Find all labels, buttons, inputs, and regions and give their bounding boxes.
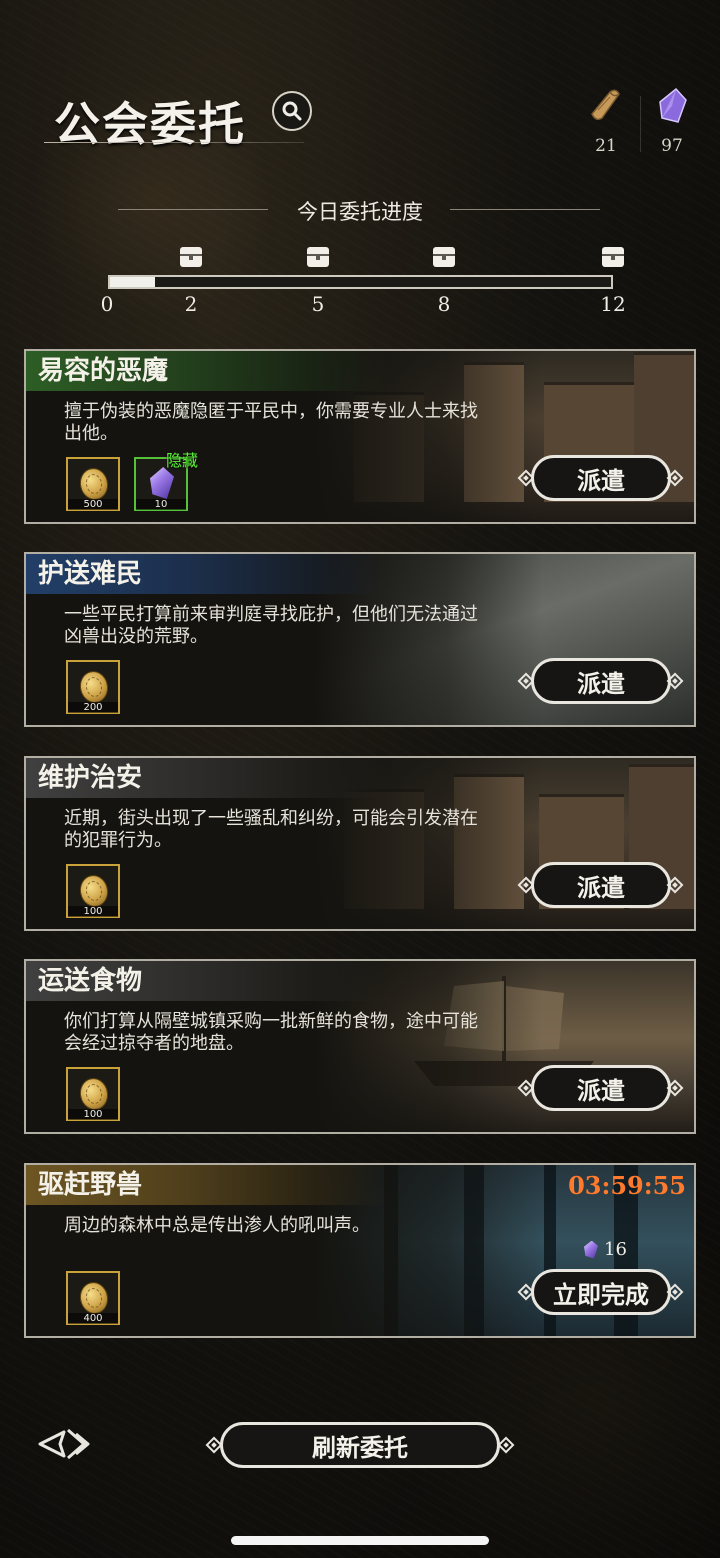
reward-slot[interactable]: 500 [66, 457, 120, 511]
commission-title: 护送难民 [26, 554, 386, 594]
page-title-block: 公会委托 [40, 82, 310, 152]
gold-coin-icon [76, 1279, 112, 1317]
page-title: 公会委托 [54, 97, 246, 151]
chest-icon[interactable] [602, 247, 624, 267]
commission-card: 护送难民 一些平民打算前来审判庭寻找庇护，但他们无法通过凶兽出没的荒野。 200… [24, 552, 696, 727]
purple-gem-icon [659, 87, 687, 123]
button-ornament-right [497, 1436, 515, 1454]
chest-icon[interactable] [433, 247, 455, 267]
search-icon [282, 101, 302, 121]
reward-count: 10 [136, 499, 186, 510]
progress-tick: 8 [437, 292, 451, 316]
back-button[interactable] [38, 1424, 92, 1464]
gold-coin-icon [76, 465, 112, 503]
gold-coin-icon [76, 1075, 112, 1113]
purple-gem-icon [584, 1240, 598, 1259]
title-underline [44, 142, 304, 143]
currency-scroll[interactable]: 21 [576, 86, 636, 156]
reward-count: 400 [68, 1313, 118, 1324]
gold-coin-icon [76, 872, 112, 910]
gem-count: 97 [661, 136, 683, 156]
commission-card: 驱赶野兽 03:59:55 周边的森林中总是传出渗人的吼叫声。 16 400 立… [24, 1163, 696, 1338]
back-arrow-icon [38, 1428, 90, 1460]
gold-coin-icon [76, 668, 112, 706]
reward-count: 100 [68, 906, 118, 917]
scroll-count: 21 [595, 136, 617, 156]
cost-value: 16 [604, 1239, 627, 1260]
commission-title: 易容的恶魔 [26, 351, 386, 391]
dispatch-button[interactable]: 派遣 [531, 1065, 671, 1111]
progress-bar [108, 275, 613, 289]
progress-tick: 0 [100, 292, 114, 316]
reward-slot[interactable]: 400 [66, 1271, 120, 1325]
reward-count: 100 [68, 1109, 118, 1120]
chest-icon[interactable] [180, 247, 202, 267]
dispatch-button[interactable]: 派遣 [531, 862, 671, 908]
progress-tick: 12 [600, 292, 626, 316]
instant-complete-button[interactable]: 立即完成 [531, 1269, 671, 1315]
currency-gem[interactable]: 97 [642, 86, 702, 156]
commission-card: 运送食物 你们打算从隔壁城镇采购一批新鲜的食物，途中可能会经过掠夺者的地盘。 1… [24, 959, 696, 1134]
home-indicator[interactable] [231, 1536, 489, 1545]
progress-title: 今日委托进度 [297, 200, 423, 224]
commission-title: 驱赶野兽 [26, 1165, 386, 1205]
progress-tick: 5 [311, 292, 325, 316]
commission-description: 周边的森林中总是传出渗人的吼叫声。 [64, 1215, 370, 1236]
countdown-timer: 03:59:55 [568, 1171, 686, 1200]
progress-tick: 2 [184, 292, 198, 316]
purple-gem-icon [150, 467, 174, 499]
progress-title-line-right [450, 209, 600, 210]
progress-fill [110, 277, 156, 287]
commission-description: 近期，街头出现了一些骚乱和纠纷，可能会引发潜在的犯罪行为。 [64, 808, 478, 851]
commission-card: 维护治安 近期，街头出现了一些骚乱和纠纷，可能会引发潜在的犯罪行为。 100 派… [24, 756, 696, 931]
refresh-commissions-button[interactable]: 刷新委托 [220, 1422, 500, 1468]
reward-slot[interactable]: 200 [66, 660, 120, 714]
commission-title: 运送食物 [26, 961, 386, 1001]
reward-slot[interactable]: 100 [66, 864, 120, 918]
reward-slot[interactable]: 100 [66, 1067, 120, 1121]
hidden-reward-tag: 隐藏 [166, 451, 199, 470]
reward-count: 200 [68, 702, 118, 713]
commission-description: 你们打算从隔壁城镇采购一批新鲜的食物，途中可能会经过掠夺者的地盘。 [64, 1011, 478, 1054]
dispatch-button[interactable]: 派遣 [531, 658, 671, 704]
chest-icon[interactable] [307, 247, 329, 267]
instant-complete-cost: 16 [584, 1239, 627, 1260]
reward-count: 500 [68, 499, 118, 510]
search-button[interactable] [272, 91, 312, 131]
commission-title: 维护治安 [26, 758, 386, 798]
commission-description: 一些平民打算前来审判庭寻找庇护，但他们无法通过凶兽出没的荒野。 [64, 604, 478, 647]
currency-divider [640, 96, 641, 152]
commission-description: 擅于伪装的恶魔隐匿于平民中，你需要专业人士来找出他。 [64, 401, 478, 444]
dispatch-button[interactable]: 派遣 [531, 455, 671, 501]
commission-card: 易容的恶魔 擅于伪装的恶魔隐匿于平民中，你需要专业人士来找出他。 500 10 … [24, 349, 696, 524]
scroll-icon [591, 89, 620, 121]
